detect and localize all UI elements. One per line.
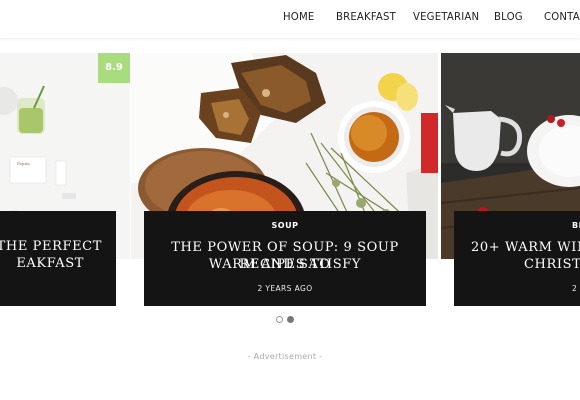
nav-item-home[interactable]: HOME (283, 10, 314, 23)
slide-title-line1[interactable]: 20+ WARM WINTE (471, 239, 580, 256)
slide-title-line1[interactable]: THE PERFECT (0, 238, 102, 255)
slide-category[interactable]: SOUP (144, 221, 426, 230)
slide-category[interactable]: BE (572, 221, 580, 230)
slide-title-line2[interactable]: CHRISTM (524, 256, 580, 273)
slide-title-line2[interactable]: WARM AND SATISFY (144, 256, 426, 273)
featured-slider[interactable]: Pepita THE PERFECT EAKFAST SOUP THE POWE… (0, 53, 580, 308)
nav-item-breakfast[interactable]: BREAKFAST (336, 10, 396, 23)
nav-item-vegetarian[interactable]: VEGETARIAN (413, 10, 479, 23)
slide-date: 2 YEARS AGO (257, 284, 313, 293)
slider-dot-2[interactable] (287, 316, 294, 323)
svg-text:Pepita: Pepita (17, 161, 30, 166)
rating-badge: 8.9 (98, 53, 130, 83)
advertisement-label: - Advertisement - (247, 352, 323, 361)
nav-item-contact[interactable]: CONTAC (544, 10, 580, 23)
slider-dot-1[interactable] (276, 316, 283, 323)
slide-caption-christmas[interactable]: BE 20+ WARM WINTE CHRISTM 2 Y (454, 211, 580, 306)
nav-item-blog[interactable]: BLOG (494, 10, 523, 23)
site-header: HOME BREAKFAST VEGETARIAN BLOG CONTAC (0, 0, 580, 38)
slide-caption-soup[interactable]: SOUP THE POWER OF SOUP: 9 SOUP RECIPES T… (144, 211, 426, 306)
slide-title-line2[interactable]: EAKFAST (0, 255, 84, 272)
slide-caption-breakfast[interactable]: THE PERFECT EAKFAST (0, 211, 116, 306)
slide-date: 2 Y (572, 284, 580, 293)
